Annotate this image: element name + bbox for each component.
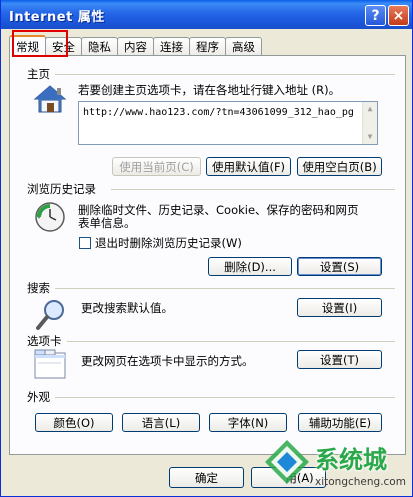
watermark-site-text: xitongcheng.com bbox=[315, 476, 406, 488]
homepage-url-text: http://www.hao123.com/?tn=43061099_312_h… bbox=[83, 107, 354, 118]
history-description-line1: 删除临时文件、历史记录、Cookie、保存的密码和网页 bbox=[78, 203, 359, 217]
tab-advanced[interactable]: 高级 bbox=[225, 37, 262, 56]
delete-on-exit-label[interactable]: 退出时删除浏览历史记录(W) bbox=[95, 236, 242, 250]
languages-button[interactable]: 语言(L) bbox=[122, 413, 200, 432]
watermark-brand-text: 系统城 bbox=[315, 446, 387, 474]
homepage-instruction: 若要创建主页选项卡，请在各地址行键入地址 (R)。 bbox=[78, 83, 341, 97]
tabs-section-label: 选项卡 bbox=[27, 334, 62, 348]
scroll-down-icon[interactable]: ▼ bbox=[363, 130, 377, 144]
tab-connections[interactable]: 连接 bbox=[153, 37, 190, 56]
history-description-line2: 表单信息。 bbox=[78, 216, 136, 230]
colors-button[interactable]: 颜色(O) bbox=[35, 413, 113, 432]
use-blank-button[interactable]: 使用空白页(B) bbox=[297, 157, 382, 176]
appearance-section-label: 外观 bbox=[27, 390, 50, 404]
search-description: 更改搜索默认值。 bbox=[81, 301, 173, 315]
magnifier-icon bbox=[36, 300, 64, 330]
search-divider bbox=[55, 288, 395, 289]
watermark-logo-icon bbox=[265, 440, 309, 484]
tab-programs[interactable]: 程序 bbox=[189, 37, 226, 56]
history-section-label: 浏览历史记录 bbox=[27, 182, 96, 196]
house-icon bbox=[33, 85, 67, 113]
close-icon: × bbox=[392, 7, 405, 24]
scroll-up-icon[interactable]: ▲ bbox=[363, 102, 377, 116]
accessibility-button[interactable]: 辅助功能(E) bbox=[298, 413, 382, 432]
search-section-label: 搜索 bbox=[27, 281, 50, 295]
ok-button[interactable]: 确定 bbox=[169, 467, 244, 488]
help-icon: ? bbox=[371, 7, 380, 24]
tabs-settings-button[interactable]: 设置(T) bbox=[297, 350, 382, 369]
window-title: Internet 属性 bbox=[9, 10, 105, 25]
close-button[interactable]: × bbox=[388, 5, 409, 26]
title-bar[interactable]: Internet 属性 ? × bbox=[1, 0, 412, 29]
history-divider bbox=[111, 189, 395, 190]
fonts-button[interactable]: 字体(N) bbox=[209, 413, 287, 432]
search-settings-button[interactable]: 设置(I) bbox=[297, 298, 382, 317]
appearance-divider bbox=[55, 397, 395, 398]
use-current-button[interactable]: 使用当前页(C) bbox=[112, 157, 201, 176]
tab-privacy[interactable]: 隐私 bbox=[81, 37, 118, 56]
tabbed-window-icon bbox=[34, 349, 66, 379]
tabs-description: 更改网页在选项卡中显示的方式。 bbox=[81, 354, 254, 368]
history-clock-icon bbox=[35, 202, 65, 232]
delete-on-exit-checkbox[interactable] bbox=[79, 237, 91, 249]
delete-history-button[interactable]: 删除(D)... bbox=[208, 257, 292, 276]
tab-highlight-box bbox=[12, 30, 68, 57]
internet-options-dialog: Internet 属性 ? × 常规 安全 隐私 内容 连接 程序 高级 主页 … bbox=[0, 0, 413, 497]
url-scrollbar[interactable]: ▲ ▼ bbox=[362, 102, 377, 144]
history-settings-button[interactable]: 设置(S) bbox=[297, 257, 382, 276]
tab-content[interactable]: 内容 bbox=[117, 37, 154, 56]
help-button[interactable]: ? bbox=[365, 5, 386, 26]
homepage-url-field[interactable]: http://www.hao123.com/?tn=43061099_312_h… bbox=[78, 101, 378, 145]
use-default-button[interactable]: 使用默认值(F) bbox=[206, 157, 291, 176]
xitongcheng-watermark: 系统城 xitongcheng.com bbox=[263, 436, 413, 497]
tabs-divider bbox=[67, 341, 395, 342]
homepage-section-label: 主页 bbox=[27, 67, 50, 81]
homepage-divider bbox=[55, 74, 395, 75]
